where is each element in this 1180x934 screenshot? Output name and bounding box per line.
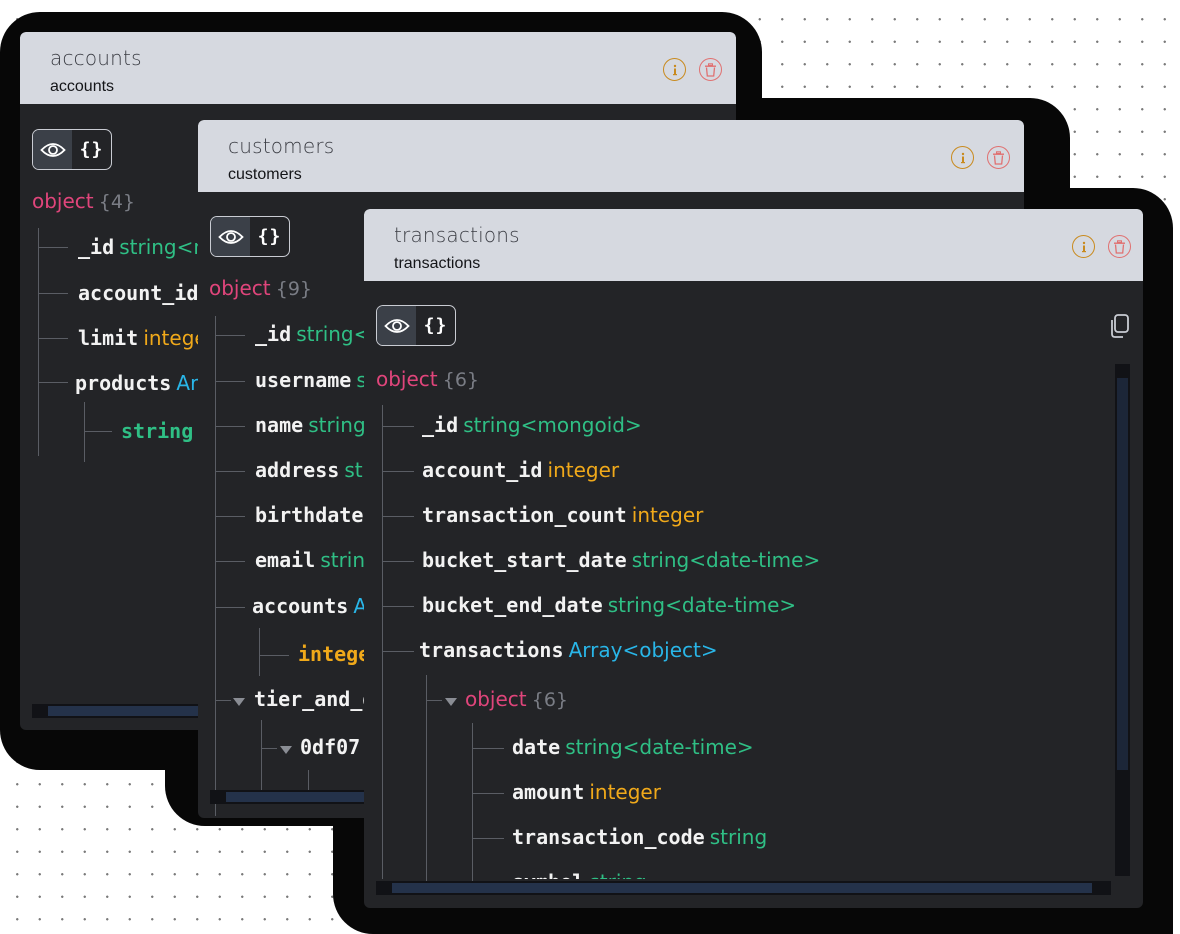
view-toggle[interactable]: {} <box>376 305 456 346</box>
tree-line <box>38 382 68 383</box>
visual-view-button[interactable] <box>377 306 416 345</box>
field-row: account_id integer <box>422 458 620 482</box>
tree-line <box>215 381 245 382</box>
panel-subtitle: transactions <box>394 255 481 272</box>
eye-icon <box>217 229 244 244</box>
array-item-type: string <box>121 419 194 443</box>
eye-icon <box>39 142 66 157</box>
panel-subtitle: customers <box>228 166 302 183</box>
tree-line <box>259 628 260 676</box>
delete-button[interactable] <box>699 58 722 81</box>
field-row: symbol string <box>512 870 647 879</box>
tree-line <box>472 838 504 839</box>
tree-line <box>382 426 414 427</box>
field-row: bucket_start_date string<date-time> <box>422 548 821 572</box>
tree-line <box>215 426 245 427</box>
tree-line <box>382 561 414 562</box>
field-row: _id string<mongoid> <box>422 413 642 437</box>
transactions-schema-panel: transactions transactions {} object {6} … <box>364 209 1143 908</box>
info-button[interactable] <box>1072 235 1095 258</box>
clip-area: symbol string <box>364 859 1124 879</box>
panel-header: customers customers <box>198 120 1024 192</box>
json-view-button[interactable]: {} <box>416 306 455 345</box>
view-toggle[interactable]: {} <box>32 129 112 170</box>
tree-line <box>84 402 85 462</box>
tree-line <box>472 748 504 749</box>
scrollbar-thumb[interactable] <box>392 883 1092 893</box>
tree-line <box>215 607 245 608</box>
tree-line <box>215 561 245 562</box>
tree-line <box>38 293 68 294</box>
tree-line <box>259 655 289 656</box>
info-button[interactable] <box>951 146 974 169</box>
tree-line <box>261 748 277 749</box>
panel-title: accounts <box>50 46 142 70</box>
visual-view-button[interactable] <box>211 217 250 256</box>
scrollbar-thumb[interactable] <box>48 706 208 716</box>
panel-subtitle: accounts <box>50 78 115 95</box>
field-row: email string <box>255 548 378 572</box>
root-object: object {9} <box>209 276 312 300</box>
scrollbar-thumb[interactable] <box>226 792 386 802</box>
tree-line <box>38 247 68 248</box>
expand-caret[interactable] <box>233 698 245 706</box>
expand-caret[interactable] <box>280 746 292 754</box>
tree-line <box>215 316 216 816</box>
array-item-object: object {6} <box>465 687 568 711</box>
braces-icon: {} <box>423 315 448 336</box>
tree-line <box>426 675 427 885</box>
expand-caret[interactable] <box>445 698 457 706</box>
field-row: transactions Array<object> <box>419 638 718 662</box>
tree-line <box>215 516 245 517</box>
delete-button[interactable] <box>987 146 1010 169</box>
tree-line <box>215 700 231 701</box>
info-icon <box>960 152 965 163</box>
tree-line <box>215 335 245 336</box>
panel-title: transactions <box>394 223 520 247</box>
field-row: name string <box>255 413 366 437</box>
field-row: date string<date-time> <box>512 735 754 759</box>
tree-line <box>426 700 442 701</box>
tree-line <box>215 471 245 472</box>
panel-title: customers <box>228 134 335 158</box>
tree-line <box>261 720 262 790</box>
field-row: amount integer <box>512 780 661 804</box>
delete-button[interactable] <box>1108 235 1131 258</box>
tree-line <box>382 606 414 607</box>
trash-icon <box>705 62 716 77</box>
tree-line <box>382 405 383 879</box>
root-object: object {6} <box>376 367 479 391</box>
panel-header: accounts accounts <box>20 32 736 104</box>
braces-icon: {} <box>257 226 282 247</box>
scrollbar-thumb[interactable] <box>1117 378 1128 770</box>
field-row: transaction_code string <box>512 825 768 849</box>
horizontal-scrollbar[interactable] <box>376 881 1111 895</box>
braces-icon: {} <box>79 139 104 160</box>
root-object: object {4} <box>32 189 135 213</box>
copy-icon[interactable] <box>1108 313 1132 339</box>
eye-icon <box>383 318 410 333</box>
trash-icon <box>993 150 1004 165</box>
tree-line <box>382 471 414 472</box>
info-icon <box>1081 241 1086 252</box>
field-row: transaction_count integer <box>422 503 704 527</box>
view-toggle[interactable]: {} <box>210 216 290 257</box>
trash-icon <box>1114 239 1125 254</box>
field-row: bucket_end_date string<date-time> <box>422 593 797 617</box>
nested-key: 0df07 <box>300 735 361 759</box>
json-view-button[interactable]: {} <box>250 217 289 256</box>
info-icon <box>672 64 677 75</box>
tree-line <box>472 793 504 794</box>
tree-line <box>38 228 39 456</box>
tree-line <box>84 431 112 432</box>
tree-line <box>382 651 414 652</box>
tree-line <box>382 516 414 517</box>
vertical-scrollbar[interactable] <box>1115 364 1130 876</box>
panel-header: transactions transactions <box>364 209 1143 281</box>
field-row: limit integer <box>78 326 215 350</box>
visual-view-button[interactable] <box>33 130 72 169</box>
info-button[interactable] <box>663 58 686 81</box>
json-view-button[interactable]: {} <box>72 130 111 169</box>
tree-line <box>38 338 68 339</box>
